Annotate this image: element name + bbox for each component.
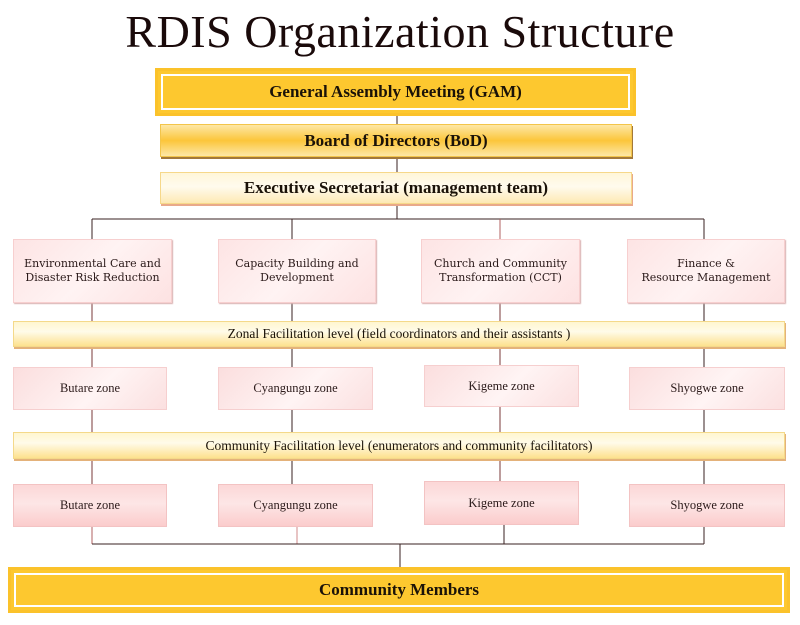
dept-label-line1: Finance & [677, 257, 735, 270]
zonal-zone-shyogwe: Shyogwe zone [629, 367, 785, 410]
zonal-zone-kigeme: Kigeme zone [424, 365, 579, 407]
community-facilitation-band: Community Facilitation level (enumerator… [13, 432, 785, 459]
dept-label-line2: Disaster Risk Reduction [25, 271, 160, 284]
page-title: RDIS Organization Structure [125, 6, 675, 57]
dept-label-line2: Transformation (CCT) [439, 271, 562, 284]
dept-label-line1: Church and Community [434, 257, 567, 270]
executive-secretariat-box: Executive Secretariat (management team) [160, 172, 632, 204]
community-zone-kigeme: Kigeme zone [424, 481, 579, 525]
dept-box-finance: Finance & Resource Management [627, 239, 785, 303]
dept-label-line1: Capacity Building and [235, 257, 359, 270]
zonal-zone-butare: Butare zone [13, 367, 167, 410]
community-members-label: Community Members [318, 580, 480, 599]
zonal-zone-cyangugu: Cyangungu zone [218, 367, 373, 410]
community-zone-shyogwe: Shyogwe zone [629, 484, 785, 527]
dept-label-line1: Environmental Care and [24, 257, 161, 270]
community-zone-butare: Butare zone [13, 484, 167, 527]
gam-label: General Assembly Meeting (GAM) [269, 82, 522, 101]
dept-box-cct: Church and Community Transformation (CCT) [421, 239, 580, 303]
dept-label-line2: Development [260, 271, 334, 284]
bod-box: Board of Directors (BoD) [160, 124, 632, 157]
dept-box-capacity: Capacity Building and Development [218, 239, 376, 303]
zonal-facilitation-band: Zonal Facilitation level (field coordina… [13, 321, 785, 347]
dept-box-environmental: Environmental Care and Disaster Risk Redu… [13, 239, 172, 303]
community-zone-cyangugu: Cyangungu zone [218, 484, 373, 527]
community-members-box: Community Members [8, 567, 790, 613]
gam-box: General Assembly Meeting (GAM) [155, 68, 636, 116]
dept-label-line2: Resource Management [641, 271, 771, 284]
